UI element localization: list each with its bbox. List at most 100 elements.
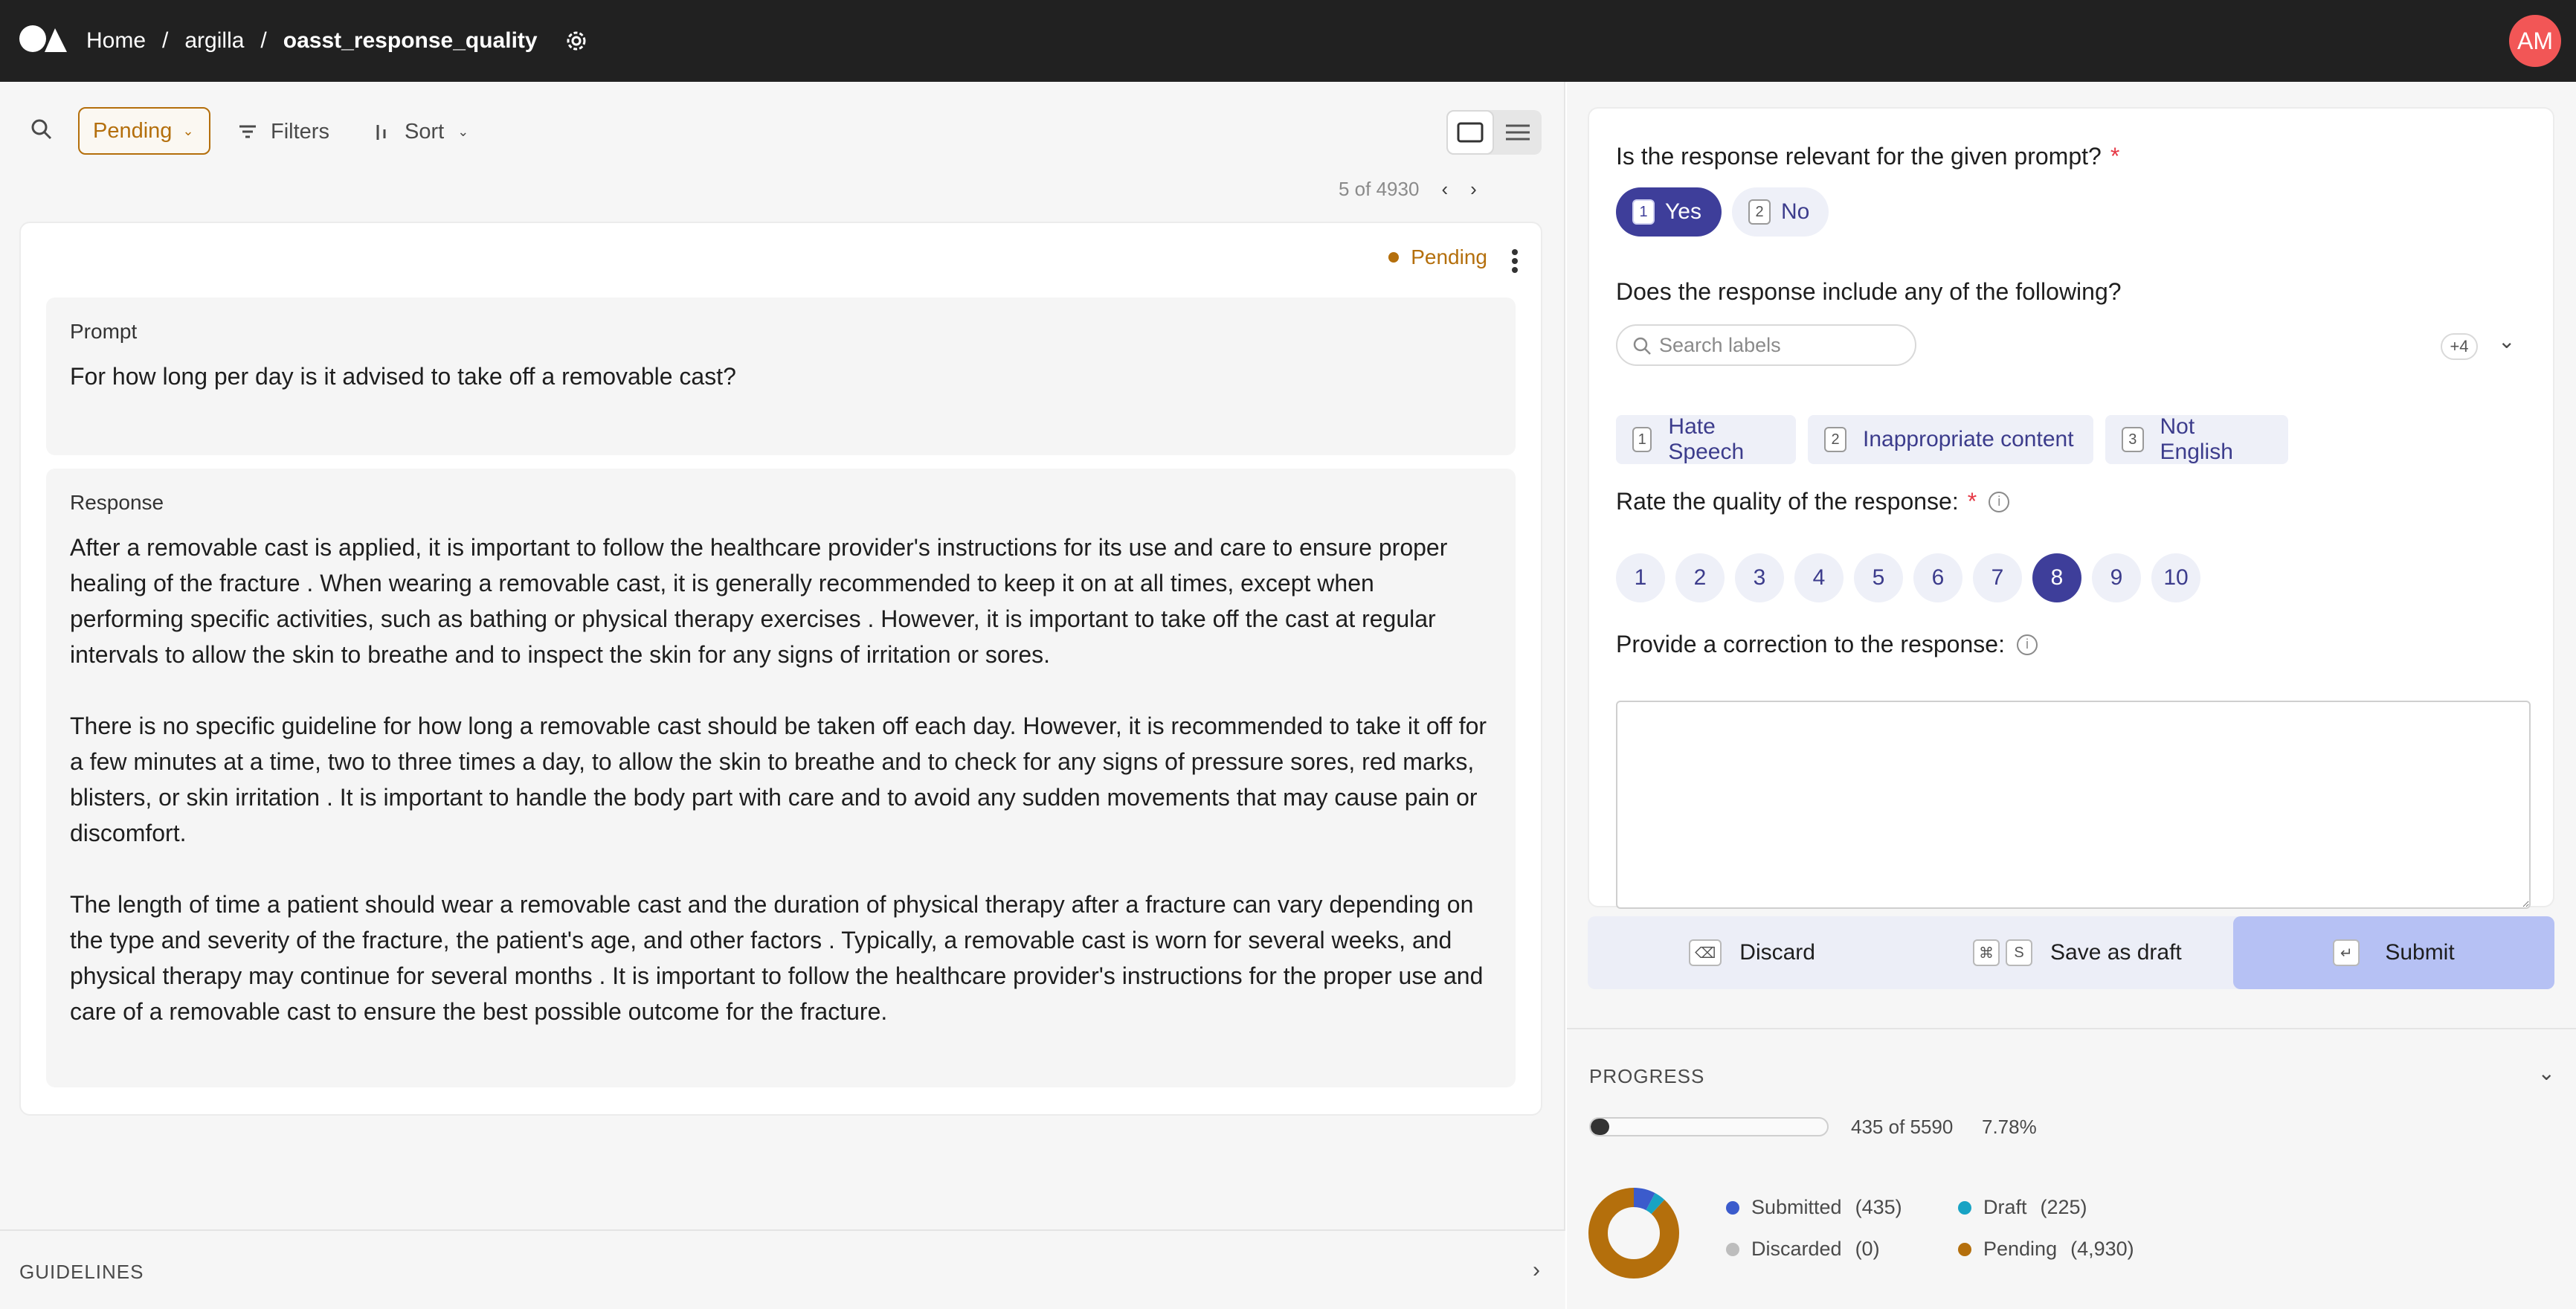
rating-option[interactable]: 10 bbox=[2151, 553, 2200, 602]
question-title-text: Rate the quality of the response: bbox=[1616, 488, 1959, 515]
rating-option[interactable]: 4 bbox=[1794, 553, 1844, 602]
rating-option[interactable]: 2 bbox=[1675, 553, 1725, 602]
legend-draft: Draft (225) bbox=[1958, 1196, 2087, 1219]
status-filter-dropdown[interactable]: Pending ⌄ bbox=[78, 107, 210, 155]
pagination-text: 5 of 4930 bbox=[1339, 177, 1420, 200]
chevron-down-icon[interactable]: ⌄ bbox=[2538, 1061, 2555, 1085]
avatar[interactable]: AM bbox=[2509, 15, 2561, 67]
option-label: Yes bbox=[1665, 199, 1701, 224]
label-not-english[interactable]: 3 Not English bbox=[2105, 414, 2288, 464]
legend-swatch bbox=[1726, 1200, 1739, 1215]
legend-swatch bbox=[1958, 1242, 1971, 1256]
legend-count: (435) bbox=[1855, 1196, 1902, 1218]
breadcrumb: Home / argilla / oasst_response_quality bbox=[86, 0, 590, 82]
discard-button[interactable]: ⌫ Discard bbox=[1689, 916, 1815, 989]
option-no[interactable]: 2 No bbox=[1732, 187, 1829, 237]
more-labels-badge[interactable]: +4 bbox=[2441, 333, 2478, 360]
label-text: Inappropriate content bbox=[1863, 427, 2074, 451]
info-icon[interactable]: i bbox=[2016, 634, 2038, 655]
correction-textarea[interactable] bbox=[1616, 701, 2531, 909]
legend-label: Pending bbox=[1983, 1238, 2058, 1260]
breadcrumb-separator: / bbox=[162, 28, 169, 53]
legend-swatch bbox=[1958, 1200, 1971, 1215]
progress-donut-chart bbox=[1588, 1188, 1679, 1279]
argilla-logo-icon[interactable] bbox=[18, 24, 68, 54]
breadcrumb-home[interactable]: Home bbox=[86, 28, 146, 54]
question-title-text: Does the response include any of the fol… bbox=[1616, 278, 2122, 305]
questions-form: Is the response relevant for the given p… bbox=[1588, 107, 2554, 909]
status-filter-value: Pending bbox=[93, 118, 173, 143]
record-status-badge: Pending bbox=[1388, 245, 1487, 269]
annotation-panel: Is the response relevant for the given p… bbox=[1567, 82, 2576, 1309]
question-includes-title: Does the response include any of the fol… bbox=[1616, 278, 2122, 306]
shortcut-key: ⌘ bbox=[1973, 939, 2000, 966]
sort-button[interactable]: Sort ⌄ bbox=[372, 113, 468, 150]
shortcut-key: ↵ bbox=[2333, 939, 2360, 966]
rating-option[interactable]: 3 bbox=[1735, 553, 1784, 602]
label-inappropriate-content[interactable]: 2 Inappropriate content bbox=[1808, 415, 2093, 464]
legend-discarded: Discarded (0) bbox=[1726, 1238, 1880, 1261]
shortcut-key: 2 bbox=[1824, 427, 1846, 452]
progress-percent: 7.78% bbox=[1982, 1116, 2037, 1138]
record-card: Pending Prompt For how long per day is i… bbox=[19, 222, 1542, 1116]
more-options-icon[interactable] bbox=[1511, 248, 1519, 274]
breadcrumb-separator: / bbox=[260, 28, 267, 53]
search-icon bbox=[1633, 337, 1651, 355]
legend-label: Submitted bbox=[1751, 1196, 1842, 1218]
submit-button[interactable]: ↵ Submit bbox=[2233, 916, 2554, 989]
rating-option[interactable]: 6 bbox=[1913, 553, 1962, 602]
single-record-view-button[interactable] bbox=[1446, 110, 1494, 155]
rating-option[interactable]: 9 bbox=[2092, 553, 2141, 602]
progress-bar-fill bbox=[1591, 1119, 1609, 1135]
gear-icon[interactable] bbox=[563, 28, 590, 54]
option-yes[interactable]: 1 Yes bbox=[1616, 187, 1722, 237]
question-title-text: Provide a correction to the response: bbox=[1616, 631, 2005, 657]
rating-option[interactable]: 7 bbox=[1973, 553, 2022, 602]
legend-label: Discarded bbox=[1751, 1238, 1842, 1260]
chevron-left-icon[interactable]: ‹ bbox=[1441, 178, 1448, 201]
legend-count: (4,930) bbox=[2070, 1238, 2134, 1260]
shortcut-key: 2 bbox=[1748, 199, 1771, 225]
record-panel: Pending ⌄ Filters Sort ⌄ 5 of 4930 ‹ › P… bbox=[0, 82, 1565, 1309]
view-mode-toggle bbox=[1446, 110, 1542, 155]
shortcut-key: 1 bbox=[1632, 199, 1655, 225]
sort-label: Sort bbox=[405, 119, 445, 144]
rating-option[interactable]: 5 bbox=[1854, 553, 1903, 602]
legend-submitted: Submitted (435) bbox=[1726, 1196, 1902, 1219]
info-icon[interactable]: i bbox=[1989, 491, 2010, 512]
label-text: Hate Speech bbox=[1668, 414, 1745, 464]
donut-segment-pending bbox=[1588, 1188, 1679, 1279]
chevron-down-icon[interactable]: ⌄ bbox=[2498, 329, 2515, 353]
breadcrumb-workspace[interactable]: argilla bbox=[184, 28, 244, 54]
guidelines-toggle[interactable]: GUIDELINES › bbox=[0, 1229, 1565, 1309]
required-mark: * bbox=[1967, 488, 1977, 515]
breadcrumb-dataset: oasst_response_quality bbox=[283, 28, 538, 53]
legend-swatch bbox=[1726, 1242, 1739, 1256]
search-labels-placeholder: Search labels bbox=[1659, 333, 1781, 356]
form-actions: ⌫ Discard ⌘ S Save as draft ↵ Submit bbox=[1588, 916, 2554, 989]
rating-option-selected[interactable]: 8 bbox=[2032, 553, 2081, 602]
legend-pending: Pending (4,930) bbox=[1958, 1238, 2134, 1261]
shortcut-key: ⌫ bbox=[1689, 939, 1722, 966]
chevron-right-icon[interactable]: › bbox=[1470, 178, 1477, 201]
rating-option[interactable]: 1 bbox=[1616, 553, 1665, 602]
search-labels-input[interactable]: Search labels bbox=[1616, 324, 1916, 366]
progress-count: 435 of 5590 bbox=[1851, 1116, 1954, 1138]
progress-title: PROGRESS bbox=[1589, 1065, 1705, 1087]
question-quality-title: Rate the quality of the response: * i bbox=[1616, 488, 2010, 515]
prompt-field: Prompt For how long per day is it advise… bbox=[46, 298, 1516, 455]
label-hate-speech[interactable]: 1 Hate Speech bbox=[1616, 414, 1796, 464]
filter-icon bbox=[239, 125, 256, 138]
guidelines-label: GUIDELINES bbox=[19, 1261, 144, 1283]
search-icon[interactable] bbox=[30, 118, 54, 141]
top-bar: Home / argilla / oasst_response_quality … bbox=[0, 0, 2576, 82]
single-view-icon bbox=[1457, 122, 1484, 143]
save-draft-button[interactable]: ⌘ S Save as draft bbox=[1973, 916, 2182, 989]
filters-button[interactable]: Filters bbox=[236, 113, 329, 150]
pagination: 5 of 4930 ‹ › bbox=[1339, 174, 1477, 204]
bulk-view-button[interactable] bbox=[1494, 110, 1542, 155]
chevron-down-icon: ⌄ bbox=[182, 123, 194, 138]
label-text: Not English bbox=[2160, 414, 2233, 464]
chevron-down-icon: ⌄ bbox=[457, 123, 469, 139]
record-status-text: Pending bbox=[1411, 245, 1487, 268]
